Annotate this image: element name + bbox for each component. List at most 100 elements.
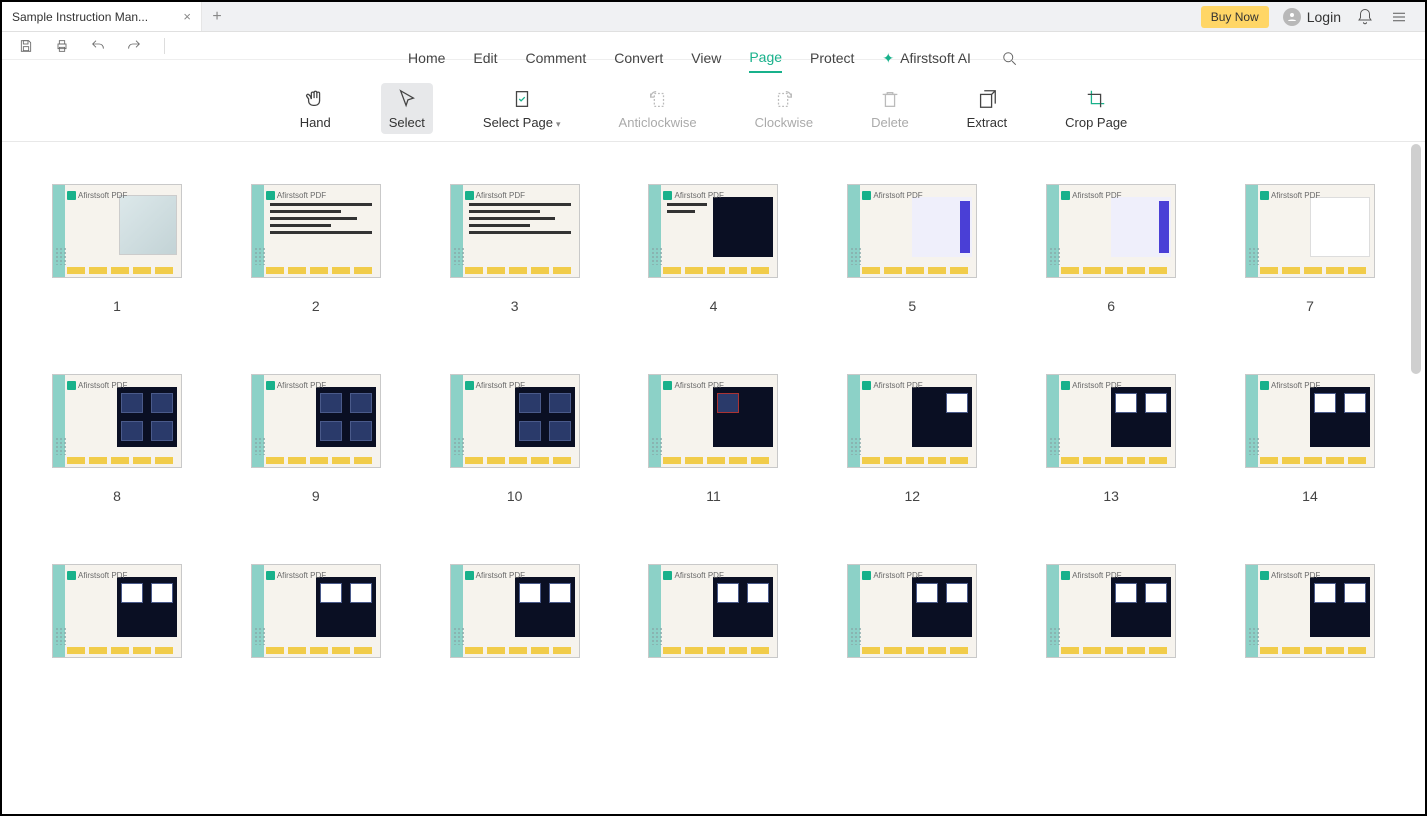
tool-delete-label: Delete (871, 115, 909, 130)
page-thumbnail[interactable]: Afirstsoft PDF (241, 564, 391, 678)
page-thumbnail-image[interactable]: Afirstsoft PDF (648, 564, 778, 658)
page-thumbnail[interactable]: Afirstsoft PDF 10 (440, 374, 590, 504)
scroll-thumb[interactable] (1411, 144, 1421, 374)
search-icon[interactable] (999, 48, 1019, 68)
main-menu: Home Edit Comment Convert View Page Prot… (2, 36, 1425, 80)
page-thumbnail[interactable]: Afirstsoft PDF 6 (1036, 184, 1186, 314)
watermark: Afirstsoft PDF (1061, 381, 1121, 390)
menu-comment[interactable]: Comment (526, 44, 587, 72)
page-thumbnail-image[interactable]: Afirstsoft PDF (1046, 184, 1176, 278)
tool-anticlockwise-label: Anticlockwise (619, 115, 697, 130)
tool-clockwise[interactable]: Clockwise (747, 83, 822, 134)
tool-anticlockwise[interactable]: Anticlockwise (611, 83, 705, 134)
vertical-scrollbar[interactable] (1411, 144, 1423, 812)
page-thumbnail-image[interactable]: Afirstsoft PDF (1245, 374, 1375, 468)
watermark: Afirstsoft PDF (465, 191, 525, 200)
page-thumbnail[interactable]: Afirstsoft PDF1 (42, 184, 192, 314)
page-thumbnail-image[interactable]: Afirstsoft PDF (648, 184, 778, 278)
tool-extract[interactable]: Extract (959, 83, 1015, 134)
page-thumbnail-image[interactable]: Afirstsoft PDF (251, 374, 381, 468)
page-number-label: 8 (113, 488, 121, 504)
page-thumbnail-image[interactable]: Afirstsoft PDF (450, 374, 580, 468)
page-thumbnail[interactable]: Afirstsoft PDF 14 (1235, 374, 1385, 504)
page-thumbnail-image[interactable]: Afirstsoft PDF (52, 564, 182, 658)
hand-icon (302, 87, 328, 111)
page-number-label: 10 (507, 488, 523, 504)
page-thumbnail-image[interactable]: Afirstsoft PDF (847, 374, 977, 468)
login-label: Login (1307, 9, 1341, 25)
page-thumbnail-image[interactable]: Afirstsoft PDF (52, 184, 182, 278)
tab-title: Sample Instruction Man... (12, 10, 177, 24)
page-number-label: 12 (905, 488, 921, 504)
watermark: Afirstsoft PDF (67, 381, 127, 390)
rotate-ccw-icon (645, 87, 671, 111)
page-thumbnail[interactable]: Afirstsoft PDF (440, 564, 590, 678)
page-thumbnail-image[interactable]: Afirstsoft PDF (251, 564, 381, 658)
menu-page[interactable]: Page (749, 43, 782, 73)
page-thumbnail[interactable]: Afirstsoft PDF 13 (1036, 374, 1186, 504)
page-thumbnail[interactable]: Afirstsoft PDF (638, 564, 788, 678)
page-thumbnail-image[interactable]: Afirstsoft PDF (847, 564, 977, 658)
page-thumbnail[interactable]: Afirstsoft PDF11 (638, 374, 788, 504)
page-thumbnail-image[interactable]: Afirstsoft PDF (847, 184, 977, 278)
watermark: Afirstsoft PDF (862, 571, 922, 580)
tool-hand[interactable]: Hand (292, 83, 339, 134)
page-thumbnail[interactable]: Afirstsoft PDF (837, 564, 987, 678)
watermark: Afirstsoft PDF (663, 571, 723, 580)
page-number-label: 13 (1103, 488, 1119, 504)
crop-icon (1083, 87, 1109, 111)
menu-home[interactable]: Home (408, 44, 445, 72)
new-tab-button[interactable]: + (202, 2, 232, 31)
menu-convert[interactable]: Convert (614, 44, 663, 72)
buy-now-button[interactable]: Buy Now (1201, 6, 1269, 28)
document-tab[interactable]: Sample Instruction Man... × (2, 2, 202, 31)
page-number-label: 6 (1107, 298, 1115, 314)
login-button[interactable]: Login (1283, 8, 1341, 26)
cursor-icon (394, 87, 420, 111)
tool-select-page[interactable]: Select Page▾ (475, 83, 569, 134)
tool-hand-label: Hand (300, 115, 331, 130)
menu-ai[interactable]: ✦ Afirstsoft AI (882, 44, 971, 73)
menu-view[interactable]: View (691, 44, 721, 72)
page-thumbnail[interactable]: Afirstsoft PDF5 (837, 184, 987, 314)
watermark: Afirstsoft PDF (862, 381, 922, 390)
page-thumbnail-image[interactable]: Afirstsoft PDF (251, 184, 381, 278)
page-thumbnail[interactable]: Afirstsoft PDF2 (241, 184, 391, 314)
page-thumbnail-image[interactable]: Afirstsoft PDF (1046, 564, 1176, 658)
page-thumbnail-image[interactable]: Afirstsoft PDF (1245, 564, 1375, 658)
page-thumbnail[interactable]: Afirstsoft PDF9 (241, 374, 391, 504)
menu-edit[interactable]: Edit (473, 44, 497, 72)
page-thumbnail-image[interactable]: Afirstsoft PDF (450, 564, 580, 658)
page-thumbnail-image[interactable]: Afirstsoft PDF (1046, 374, 1176, 468)
page-thumbnail-image[interactable]: Afirstsoft PDF (648, 374, 778, 468)
tool-crop[interactable]: Crop Page (1057, 83, 1135, 134)
page-thumbnail[interactable]: Afirstsoft PDF (1036, 564, 1186, 678)
tool-delete[interactable]: Delete (863, 83, 917, 134)
ai-label: Afirstsoft AI (900, 50, 971, 66)
page-number-label: 14 (1302, 488, 1318, 504)
watermark: Afirstsoft PDF (266, 571, 326, 580)
tool-select-page-label: Select Page▾ (483, 115, 561, 130)
page-thumbnail[interactable]: Afirstsoft PDF4 (638, 184, 788, 314)
page-thumbnail[interactable]: Afirstsoft PDF (1235, 564, 1385, 678)
notification-icon[interactable] (1355, 7, 1375, 27)
page-thumbnail-image[interactable]: Afirstsoft PDF (1245, 184, 1375, 278)
watermark: Afirstsoft PDF (663, 191, 723, 200)
watermark: Afirstsoft PDF (1260, 571, 1320, 580)
page-thumbnail[interactable]: Afirstsoft PDF 8 (42, 374, 192, 504)
menu-protect[interactable]: Protect (810, 44, 854, 72)
page-thumbnail[interactable]: Afirstsoft PDF7 (1235, 184, 1385, 314)
menu-icon[interactable] (1389, 7, 1409, 27)
select-page-icon (509, 87, 535, 111)
ai-sparkle-icon: ✦ (882, 50, 894, 67)
page-thumbnail-image[interactable]: Afirstsoft PDF (52, 374, 182, 468)
tool-select[interactable]: Select (381, 83, 433, 134)
watermark: Afirstsoft PDF (465, 381, 525, 390)
close-tab-icon[interactable]: × (183, 9, 191, 24)
page-thumbnail[interactable]: Afirstsoft PDF (42, 564, 192, 678)
tool-extract-label: Extract (967, 115, 1007, 130)
page-thumbnail[interactable]: Afirstsoft PDF 12 (837, 374, 987, 504)
page-thumbnail-image[interactable]: Afirstsoft PDF (450, 184, 580, 278)
page-thumbnail[interactable]: Afirstsoft PDF3 (440, 184, 590, 314)
watermark: Afirstsoft PDF (663, 381, 723, 390)
